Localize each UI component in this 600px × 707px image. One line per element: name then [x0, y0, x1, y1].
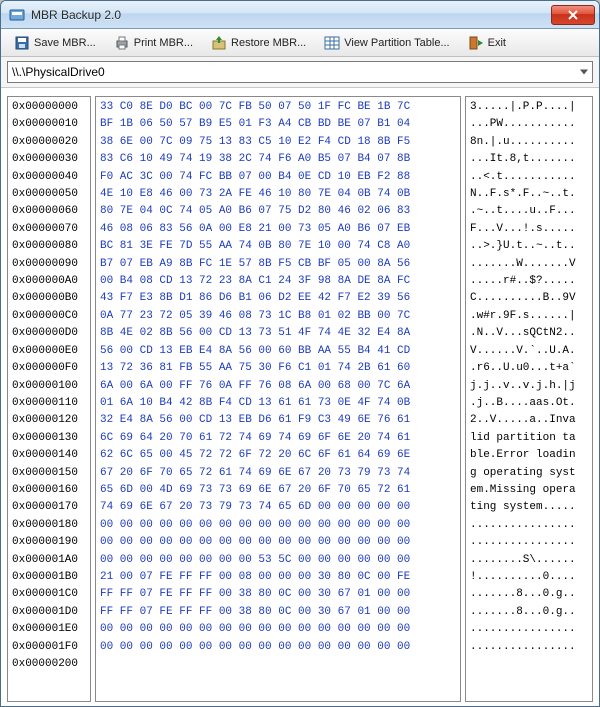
exit-button[interactable]: Exit: [461, 32, 513, 54]
restore-mbr-button[interactable]: Restore MBR...: [204, 32, 313, 54]
app-window: MBR Backup 2.0 Save MBR... Print MBR... …: [0, 0, 600, 707]
exit-icon: [468, 35, 484, 51]
view-partition-label: View Partition Table...: [344, 37, 449, 49]
window-title: MBR Backup 2.0: [31, 8, 551, 22]
close-button[interactable]: [551, 5, 595, 25]
print-icon: [114, 35, 130, 51]
hex-bytes-column: 33 C0 8E D0 BC 00 7C FB 50 07 50 1F FC B…: [95, 96, 461, 702]
toolbar: Save MBR... Print MBR... Restore MBR... …: [1, 29, 599, 57]
drive-select[interactable]: \\.\PhysicalDrive0: [7, 61, 593, 83]
restore-mbr-label: Restore MBR...: [231, 37, 306, 49]
drive-row: \\.\PhysicalDrive0: [1, 57, 599, 88]
save-mbr-label: Save MBR...: [34, 37, 96, 49]
save-icon: [14, 35, 30, 51]
restore-icon: [211, 35, 227, 51]
print-mbr-button[interactable]: Print MBR...: [107, 32, 200, 54]
app-icon: [9, 7, 25, 23]
titlebar[interactable]: MBR Backup 2.0: [1, 1, 599, 29]
hex-view: 0x00000000 0x00000010 0x00000020 0x00000…: [1, 88, 599, 706]
print-mbr-label: Print MBR...: [134, 37, 193, 49]
save-mbr-button[interactable]: Save MBR...: [7, 32, 103, 54]
drive-selected-value: \\.\PhysicalDrive0: [12, 65, 105, 79]
offset-column: 0x00000000 0x00000010 0x00000020 0x00000…: [7, 96, 91, 702]
view-partition-button[interactable]: View Partition Table...: [317, 32, 456, 54]
chevron-down-icon: [580, 70, 588, 75]
table-icon: [324, 35, 340, 51]
ascii-column: 3.....|.P.P....| ...PW........... 8n.|.u…: [465, 96, 593, 702]
exit-label: Exit: [488, 37, 506, 49]
close-icon: [568, 10, 578, 20]
